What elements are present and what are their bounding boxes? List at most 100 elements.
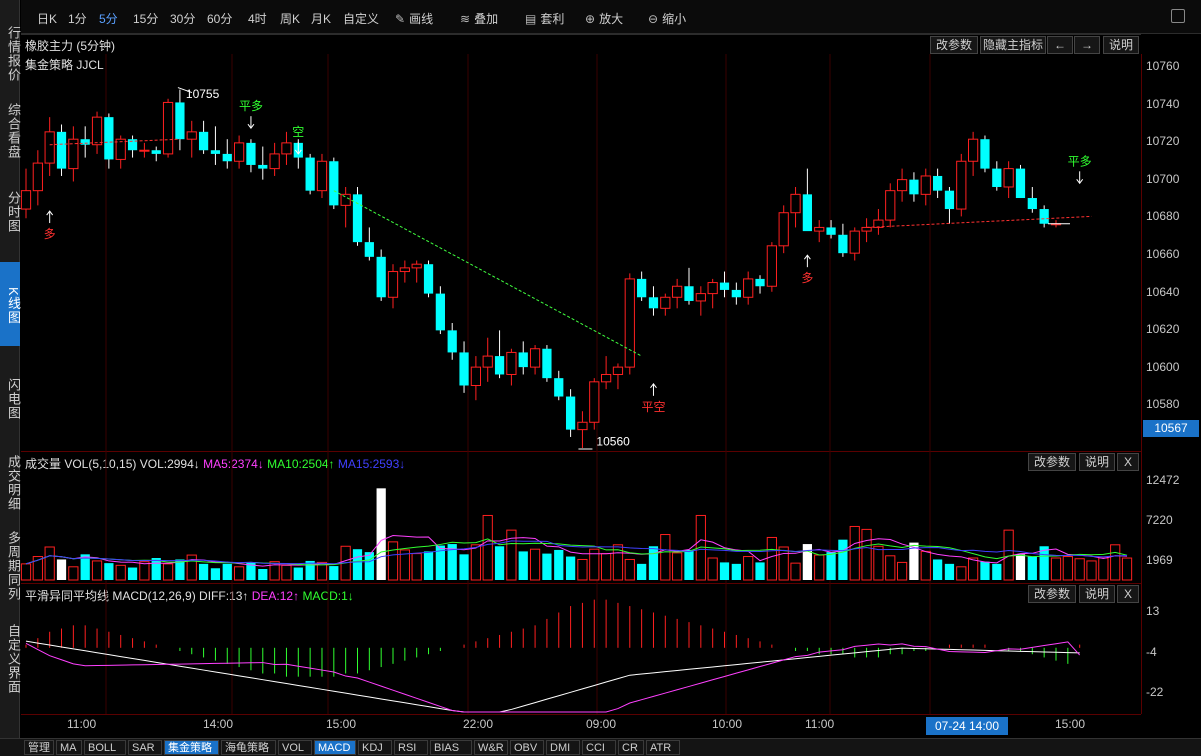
chart-canvas[interactable]: 1075510560多平多空平空多平多 <box>0 0 1141 738</box>
volume-bar <box>968 557 979 581</box>
volume-bar <box>1110 544 1121 581</box>
volume-bar <box>885 555 896 581</box>
volume-bar <box>565 556 576 580</box>
price-tick-label: 10600 <box>1146 359 1180 374</box>
candle <box>506 348 517 386</box>
candle <box>778 205 789 254</box>
indicator-tab-10[interactable]: BIAS <box>430 740 472 755</box>
volume-bar <box>1015 554 1026 580</box>
volume-bar <box>210 568 221 580</box>
indicator-tab-5[interactable]: 海龟策略 <box>221 740 276 755</box>
candle <box>838 223 848 257</box>
volume-bar <box>838 539 848 580</box>
candle <box>755 275 765 294</box>
candle <box>909 172 919 202</box>
indicator-tab-14[interactable]: CCI <box>582 740 616 755</box>
time-tick-label: 10:00 <box>712 717 743 731</box>
indicator-tab-15[interactable]: CR <box>618 740 644 755</box>
candle <box>861 218 872 243</box>
window-layout-icon[interactable] <box>1171 9 1185 23</box>
indicator-tab-9[interactable]: RSI <box>394 740 428 755</box>
time-tick-label: 14:00 <box>203 717 234 731</box>
indicator-tab-13[interactable]: DMI <box>546 740 580 755</box>
low-price-label: 10560 <box>596 434 630 448</box>
indicator-tab-6[interactable]: VOL <box>278 740 312 755</box>
time-tick-label: 15:00 <box>326 717 357 731</box>
indicator-tab-4[interactable]: 集金策略 <box>164 740 219 755</box>
candle <box>91 111 103 154</box>
candle <box>162 98 174 158</box>
signal-label: 空 <box>292 125 304 139</box>
candle <box>20 168 32 219</box>
volume-bar <box>68 566 79 581</box>
signal-label: 平多 <box>1068 154 1092 168</box>
candle <box>743 271 754 305</box>
volume-bar <box>932 559 943 580</box>
volume-bar <box>1074 558 1085 581</box>
indicator-tab-3[interactable]: SAR <box>128 740 162 755</box>
candle <box>1039 205 1049 228</box>
price-tick-label: 10640 <box>1146 284 1180 299</box>
volume-bar <box>707 557 718 581</box>
candle <box>447 323 457 360</box>
candle <box>684 267 694 305</box>
candle <box>849 227 860 261</box>
volume-bar <box>1050 557 1062 581</box>
macd-dea-line <box>25 641 1081 713</box>
volume-bar <box>423 551 434 580</box>
volume-bar <box>222 563 232 580</box>
candle <box>518 341 528 375</box>
candle <box>731 282 741 305</box>
macd-diff-line <box>25 640 1080 713</box>
volume-bar <box>992 563 1002 580</box>
candle <box>281 131 292 165</box>
high-price-label: 10755 <box>186 87 220 101</box>
price-tick-label: 10680 <box>1146 209 1180 224</box>
candle <box>352 186 363 246</box>
candle <box>340 186 351 228</box>
volume-bar <box>778 546 789 581</box>
indicator-tab-0[interactable]: 管理 <box>24 740 54 755</box>
volume-bar <box>482 514 493 581</box>
indicator-tab-1[interactable]: MA <box>56 740 82 755</box>
indicator-tab-16[interactable]: ATR <box>646 740 680 755</box>
candle <box>873 209 884 235</box>
macd-tick-label: -4 <box>1146 645 1157 659</box>
volume-bar <box>826 552 836 580</box>
volume-bar <box>980 561 990 580</box>
candle <box>707 278 718 309</box>
candle <box>32 150 43 206</box>
candle <box>44 117 55 176</box>
volume-bar <box>600 553 612 581</box>
volume-bar <box>814 554 825 581</box>
candle <box>258 146 268 180</box>
current-price-badge: 10567 <box>1143 420 1199 437</box>
volume-bar <box>104 563 114 580</box>
candle <box>660 293 671 316</box>
volume-bar <box>529 548 541 581</box>
candle <box>766 242 777 292</box>
volume-bar <box>56 559 67 580</box>
indicator-tab-12[interactable]: OBV <box>510 740 544 755</box>
signal-label: 平多 <box>239 99 263 113</box>
volume-ma15-line <box>25 540 1128 565</box>
candle <box>885 183 896 228</box>
volume-bar <box>719 562 730 580</box>
volume-bar <box>554 549 564 580</box>
indicator-tab-7[interactable]: MACD <box>314 740 356 755</box>
volume-bar <box>293 567 303 580</box>
candle <box>459 341 469 393</box>
indicator-tab-2[interactable]: BOLL <box>84 740 126 755</box>
indicator-tab-11[interactable]: W&R <box>474 740 508 755</box>
volume-bar <box>387 541 399 581</box>
volume-bar <box>376 488 386 580</box>
cursor-date-badge: 07-24 14:00 <box>926 717 1008 735</box>
candle <box>376 249 386 301</box>
candle <box>233 135 245 169</box>
candle <box>956 153 967 217</box>
volume-bar <box>470 544 482 581</box>
candle <box>68 126 79 182</box>
indicator-tab-8[interactable]: KDJ <box>358 740 392 755</box>
candle <box>980 135 990 173</box>
price-tick-label: 10580 <box>1146 397 1180 412</box>
